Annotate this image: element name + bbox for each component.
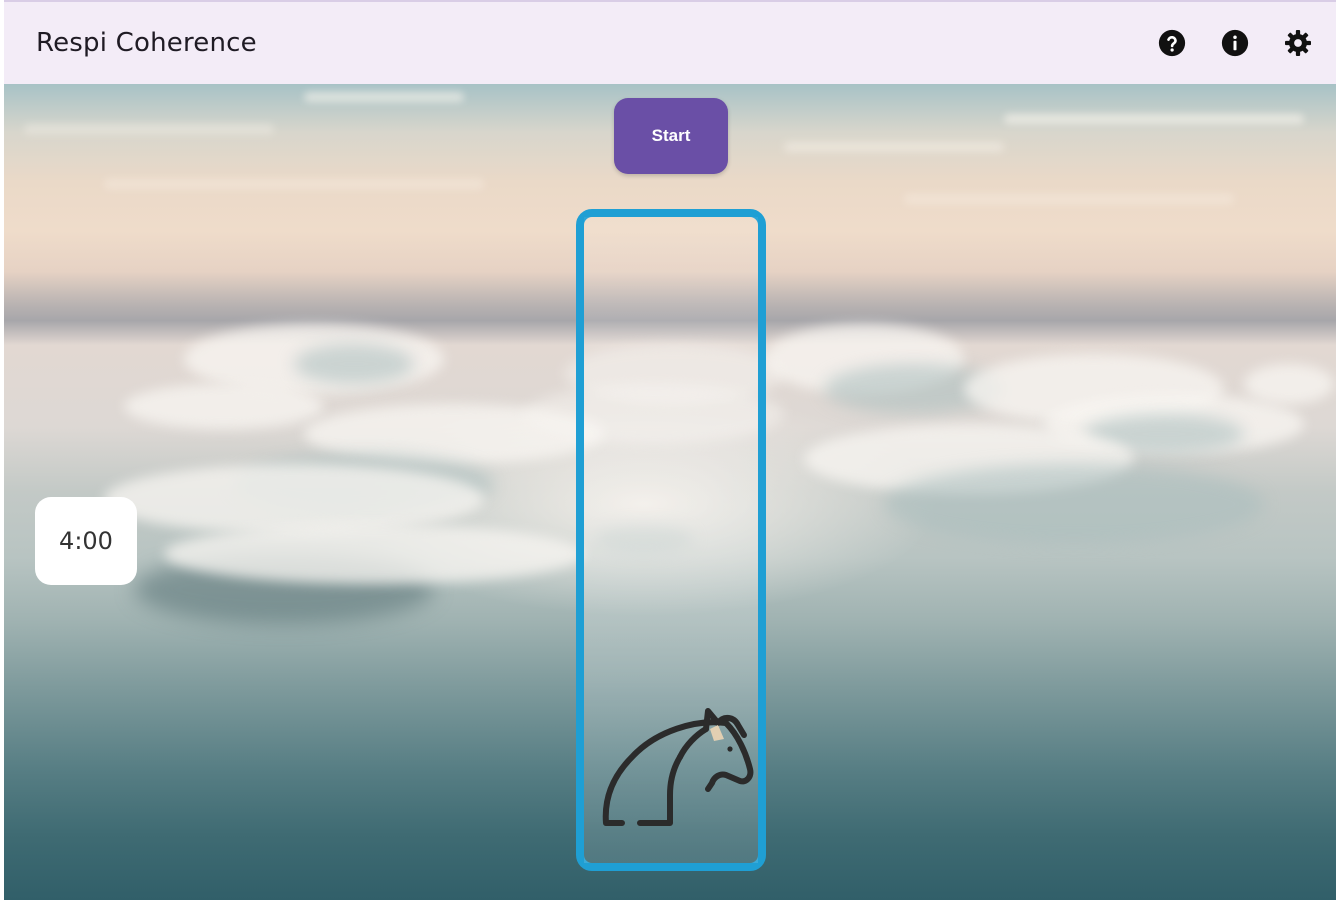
- breathing-gauge: [576, 209, 766, 871]
- start-button[interactable]: Start: [614, 98, 728, 174]
- app-window: Respi Coherence Start 4:00: [0, 0, 1336, 900]
- app-title: Respi Coherence: [36, 28, 257, 58]
- app-bar-actions: [1155, 26, 1314, 59]
- help-button[interactable]: [1155, 26, 1188, 59]
- info-button[interactable]: [1218, 26, 1251, 59]
- info-icon: [1221, 29, 1248, 56]
- app-bar: Respi Coherence: [4, 0, 1336, 84]
- help-icon: [1158, 29, 1185, 56]
- settings-icon: [1284, 29, 1311, 56]
- horse-icon: [602, 708, 754, 826]
- settings-button[interactable]: [1281, 26, 1314, 59]
- timer-display: 4:00: [35, 497, 137, 585]
